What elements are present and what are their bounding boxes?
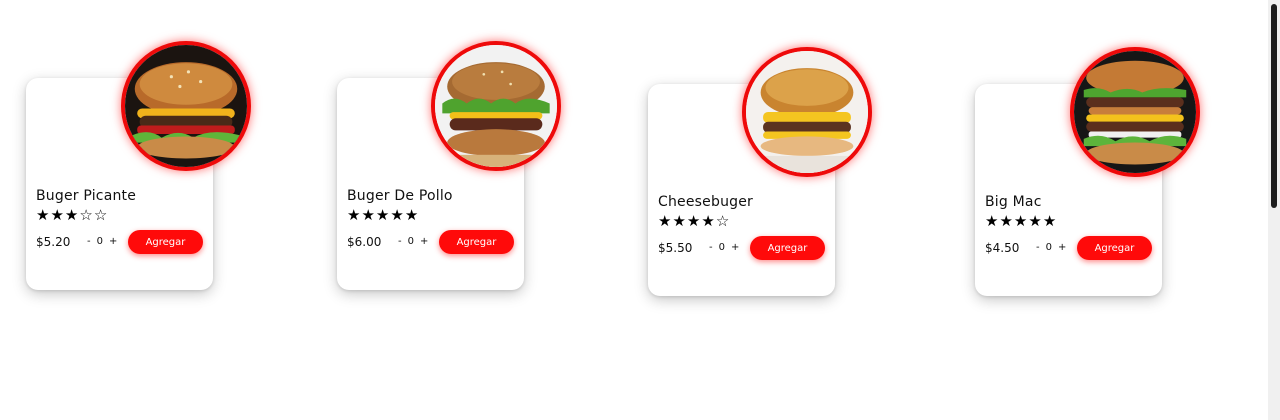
burger-image (742, 47, 872, 177)
quantity-value: 0 (407, 236, 414, 247)
star-filled-icon: ★ (985, 212, 1000, 230)
star-filled-icon: ★ (686, 212, 702, 230)
increase-button[interactable]: + (109, 236, 117, 247)
star-filled-icon: ★ (375, 206, 391, 224)
product-name: Buger De Pollo (347, 188, 453, 204)
star-rating: ★★★☆☆ (36, 206, 108, 224)
vertical-scrollbar[interactable] (1268, 0, 1280, 420)
star-filled-icon: ★ (390, 206, 405, 224)
star-filled-icon: ★ (36, 206, 51, 224)
star-filled-icon: ★ (672, 212, 687, 230)
increase-button[interactable]: + (420, 236, 428, 247)
star-filled-icon: ★ (999, 212, 1014, 230)
quantity-value: 0 (718, 242, 725, 253)
star-filled-icon: ★ (404, 206, 420, 224)
add-to-cart-button[interactable]: Agregar (439, 230, 514, 254)
star-filled-icon: ★ (1028, 212, 1043, 230)
quantity-stepper: -0 + (709, 242, 745, 253)
product-price: $5.20 (36, 235, 71, 249)
product-price: $6.00 (347, 235, 382, 249)
star-filled-icon: ★ (347, 206, 362, 224)
product-price: $4.50 (985, 241, 1020, 255)
increase-button[interactable]: + (731, 242, 739, 253)
decrease-button[interactable]: - (709, 242, 713, 253)
product-name: Big Mac (985, 194, 1042, 210)
decrease-button[interactable]: - (87, 236, 91, 247)
star-rating: ★★★★★ (347, 206, 419, 224)
star-filled-icon: ★ (50, 206, 65, 224)
quantity-stepper: -0 + (87, 236, 123, 247)
big-mac-illustration (1074, 51, 1196, 173)
burger-image (1070, 47, 1200, 177)
add-to-cart-button[interactable]: Agregar (1077, 236, 1152, 260)
purchase-row: $5.20 -0 + Agregar (36, 230, 204, 254)
star-rating: ★★★★★ (985, 212, 1057, 230)
purchase-row: $4.50 -0 + Agregar (985, 236, 1153, 260)
increase-button[interactable]: + (1058, 242, 1066, 253)
burger-image (431, 41, 561, 171)
burger-image (121, 41, 251, 171)
cheeseburger-illustration (746, 51, 868, 173)
star-filled-icon: ★ (658, 212, 673, 230)
star-filled-icon: ★ (1013, 212, 1029, 230)
star-filled-icon: ★ (701, 212, 716, 230)
star-empty-icon: ☆ (715, 212, 731, 230)
decrease-button[interactable]: - (1036, 242, 1040, 253)
star-filled-icon: ★ (64, 206, 80, 224)
scrollbar-thumb[interactable] (1271, 4, 1277, 208)
quantity-value: 0 (1045, 242, 1052, 253)
decrease-button[interactable]: - (398, 236, 402, 247)
spicy-burger-illustration (125, 45, 247, 167)
product-price: $5.50 (658, 241, 693, 255)
purchase-row: $6.00 -0 + Agregar (347, 230, 515, 254)
star-filled-icon: ★ (1042, 212, 1058, 230)
add-to-cart-button[interactable]: Agregar (750, 236, 825, 260)
chicken-burger-illustration (435, 45, 557, 167)
quantity-stepper: -0 + (1036, 242, 1072, 253)
star-rating: ★★★★☆ (658, 212, 730, 230)
star-filled-icon: ★ (361, 206, 376, 224)
star-empty-icon: ☆ (79, 206, 94, 224)
star-empty-icon: ☆ (93, 206, 109, 224)
purchase-row: $5.50 -0 + Agregar (658, 236, 826, 260)
product-name: Cheesebuger (658, 194, 753, 210)
add-to-cart-button[interactable]: Agregar (128, 230, 203, 254)
quantity-value: 0 (96, 236, 103, 247)
product-name: Buger Picante (36, 188, 137, 204)
quantity-stepper: -0 + (398, 236, 434, 247)
